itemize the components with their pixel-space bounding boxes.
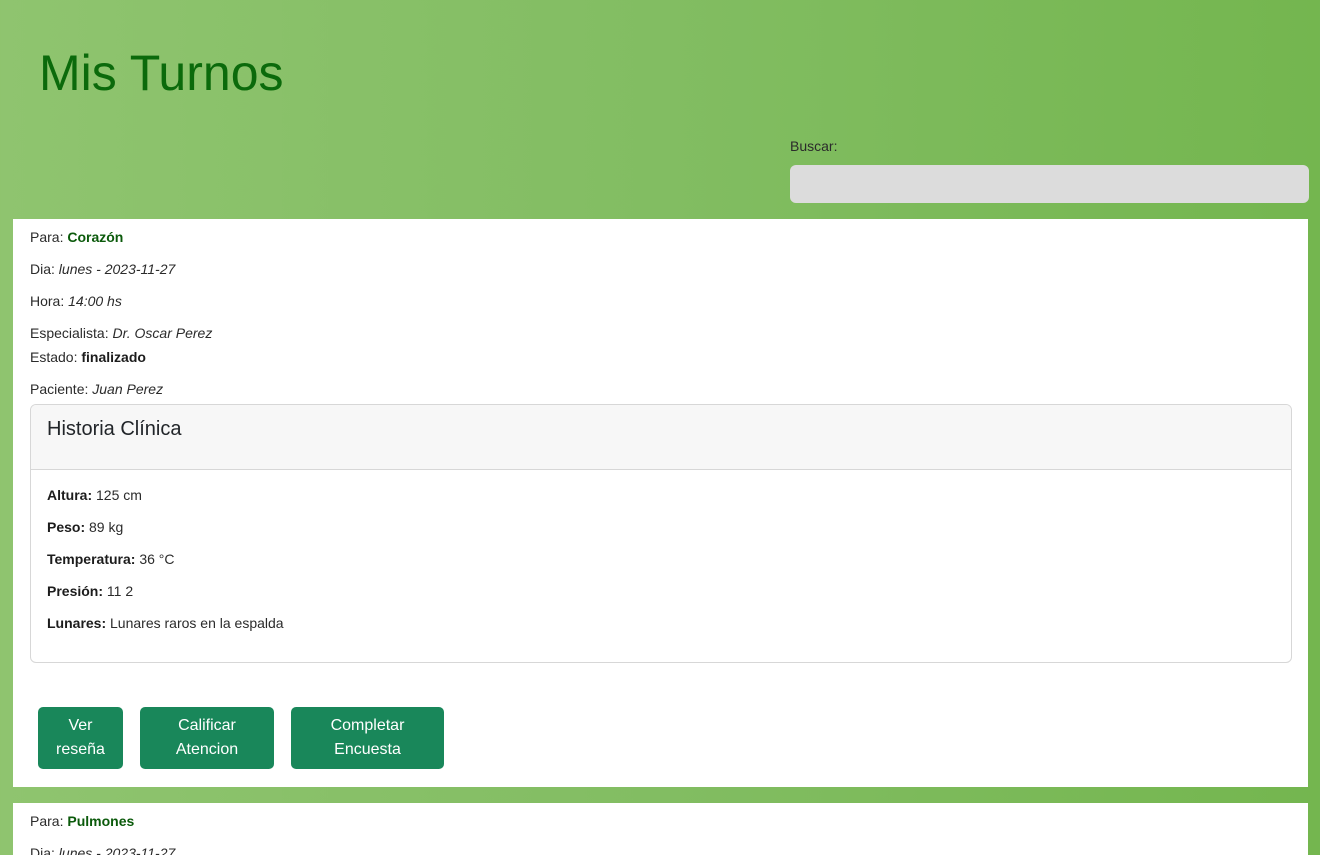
especialista-label: Especialista: bbox=[30, 325, 109, 341]
para-line: Para: Pulmones bbox=[30, 813, 134, 829]
historia-item-presion: Presión: 11 2 bbox=[47, 583, 133, 599]
historia-item-value: 36 °C bbox=[139, 551, 175, 567]
historia-item-peso: Peso: 89 kg bbox=[47, 519, 123, 535]
especialista-value: Dr. Oscar Perez bbox=[112, 325, 213, 341]
page-title: Mis Turnos bbox=[39, 45, 284, 101]
historia-item-label: Lunares: bbox=[47, 615, 107, 631]
paciente-label: Paciente: bbox=[30, 381, 89, 397]
ver-resena-button[interactable]: Ver reseña bbox=[38, 707, 123, 769]
historia-item-value: 125 cm bbox=[96, 487, 142, 503]
dia-value: lunes - 2023-11-27 bbox=[58, 261, 176, 277]
historia-item-label: Altura: bbox=[47, 487, 93, 503]
hora-label: Hora: bbox=[30, 293, 65, 309]
historia-item-label: Peso: bbox=[47, 519, 86, 535]
historia-item-altura: Altura: 125 cm bbox=[47, 487, 142, 503]
dia-line: Dia: lunes - 2023-11-27 bbox=[30, 261, 175, 277]
historia-item-lunares: Lunares: Lunares raros en la espalda bbox=[47, 615, 284, 631]
especialista-line: Especialista: Dr. Oscar Perez bbox=[30, 325, 212, 341]
paciente-line: Paciente: Juan Perez bbox=[30, 381, 163, 397]
estado-label: Estado: bbox=[30, 349, 78, 365]
turno-card: Para: Pulmones Dia: lunes - 2023-11-27 bbox=[13, 803, 1308, 855]
historia-item-value: 89 kg bbox=[89, 519, 124, 535]
historia-item-value: Lunares raros en la espalda bbox=[110, 615, 284, 631]
para-value: Corazón bbox=[67, 229, 124, 245]
search-label: Buscar: bbox=[790, 138, 838, 154]
hora-line: Hora: 14:00 hs bbox=[30, 293, 122, 309]
para-label: Para: bbox=[30, 813, 64, 829]
historia-clinica-panel: Historia Clínica Altura: 125 cm Peso: 89… bbox=[30, 404, 1292, 663]
estado-line: Estado: finalizado bbox=[30, 349, 146, 365]
historia-item-value: 11 2 bbox=[106, 583, 134, 599]
historia-item-temperatura: Temperatura: 36 °C bbox=[47, 551, 175, 567]
calificar-atencion-button[interactable]: Calificar Atencion bbox=[140, 707, 274, 769]
para-line: Para: Corazón bbox=[30, 229, 123, 245]
para-value: Pulmones bbox=[67, 813, 135, 829]
turno-card: Para: Corazón Dia: lunes - 2023-11-27 Ho… bbox=[13, 219, 1308, 787]
search-input[interactable] bbox=[790, 165, 1309, 203]
estado-value: finalizado bbox=[81, 349, 146, 365]
page: Mis Turnos Buscar: Para: Corazón Dia: lu… bbox=[0, 0, 1320, 855]
hora-value: 14:00 hs bbox=[68, 293, 122, 309]
dia-value: lunes - 2023-11-27 bbox=[58, 845, 176, 855]
completar-encuesta-button[interactable]: Completar Encuesta bbox=[291, 707, 444, 769]
dia-line: Dia: lunes - 2023-11-27 bbox=[30, 845, 175, 855]
dia-label: Dia: bbox=[30, 261, 55, 277]
paciente-value: Juan Perez bbox=[92, 381, 164, 397]
historia-item-label: Presión: bbox=[47, 583, 104, 599]
historia-item-label: Temperatura: bbox=[47, 551, 136, 567]
historia-clinica-title: Historia Clínica bbox=[47, 418, 182, 440]
para-label: Para: bbox=[30, 229, 64, 245]
historia-clinica-header: Historia Clínica bbox=[31, 405, 1291, 470]
dia-label: Dia: bbox=[30, 845, 55, 855]
